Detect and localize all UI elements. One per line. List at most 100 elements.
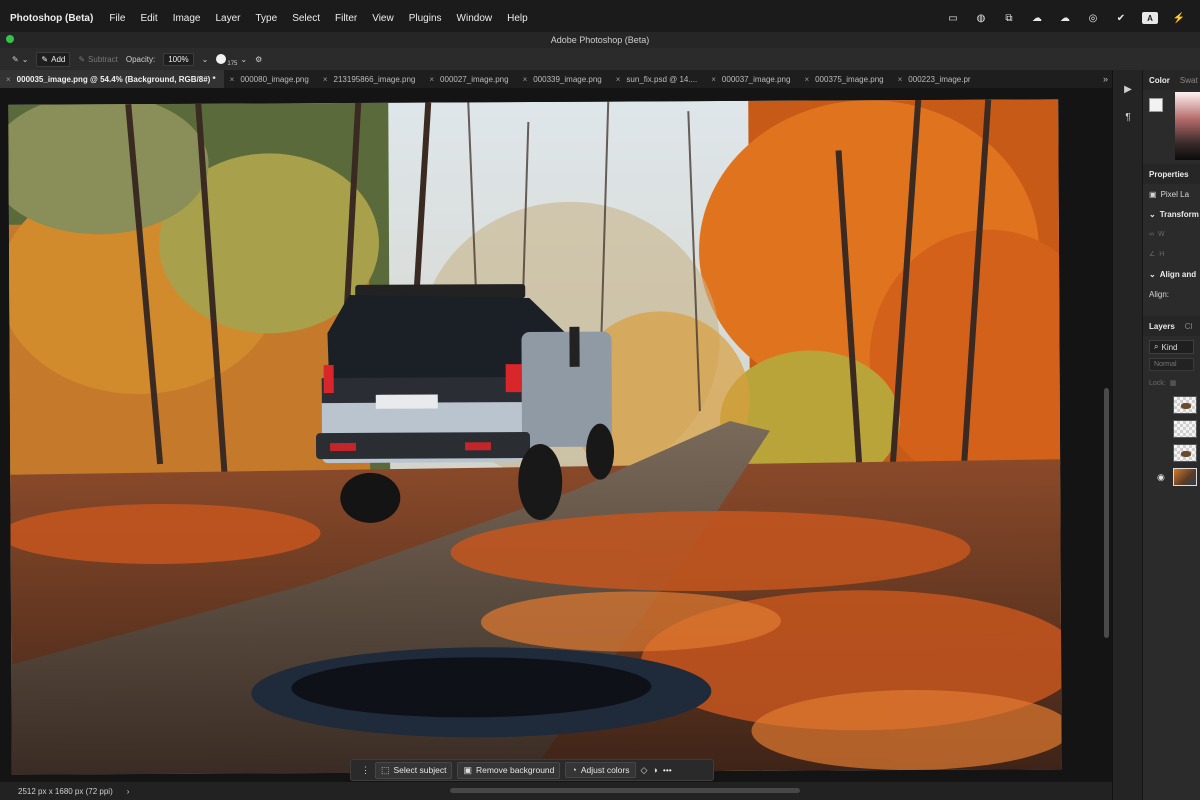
adobe-cc-icon[interactable]: ⧉ xyxy=(1002,12,1016,24)
tab-document[interactable]: × 000375_image.png xyxy=(798,70,891,88)
chevron-down-icon: ⌄ xyxy=(21,54,29,64)
tab-overflow-button[interactable]: » xyxy=(1103,74,1108,84)
close-icon[interactable]: × xyxy=(711,75,716,84)
align-row: Align: xyxy=(1143,284,1200,304)
chevron-down-icon[interactable]: ⌄ xyxy=(202,55,209,64)
tab-label: 000037_image.png xyxy=(721,74,791,84)
play-actions-icon[interactable]: ▶ xyxy=(1113,80,1143,98)
brush-size-picker[interactable]: 175 ⌄ xyxy=(216,51,247,67)
layer-content-shape xyxy=(1181,451,1191,457)
layer-row[interactable]: ◉ xyxy=(1143,465,1200,489)
close-icon[interactable]: × xyxy=(6,75,11,84)
color-panel-header: Color Swat xyxy=(1143,70,1200,90)
lock-transparent-icon[interactable]: ▦ xyxy=(1170,379,1177,387)
paragraph-icon[interactable]: ¶ xyxy=(1113,108,1143,126)
tool-preset-picker[interactable]: ✎ ⌄ xyxy=(12,55,28,64)
blend-mode-select[interactable]: Normal xyxy=(1149,358,1194,371)
color-picker-field[interactable] xyxy=(1175,92,1200,160)
adjust-colors-button[interactable]: ◔ Adjust colors xyxy=(565,762,636,778)
height-row: ∠ H xyxy=(1143,244,1200,264)
input-source-icon[interactable]: A xyxy=(1142,12,1158,24)
contextual-task-bar: ⋮ ⬚ Select subject ▣ Remove background ◔… xyxy=(350,759,714,781)
eye-icon[interactable]: ◉ xyxy=(1157,472,1167,483)
menu-plugins[interactable]: Plugins xyxy=(409,13,442,24)
layer-row[interactable] xyxy=(1143,393,1200,417)
layer-row[interactable] xyxy=(1143,441,1200,465)
window-zoom-button[interactable] xyxy=(6,35,14,43)
align-section[interactable]: ⌄ Align and xyxy=(1143,264,1200,284)
tab-channels[interactable]: Cl xyxy=(1185,322,1193,331)
properties-title[interactable]: Properties xyxy=(1149,170,1189,179)
close-icon[interactable]: × xyxy=(898,75,903,84)
checkmark-circle-icon[interactable]: ✔ xyxy=(1114,12,1128,24)
adjustment-icon[interactable]: ◑ xyxy=(652,765,657,775)
brush-minus-icon: ✎ xyxy=(78,54,86,64)
close-icon[interactable]: × xyxy=(523,75,528,84)
tab-document[interactable]: × sun_fix.psd @ 14.... xyxy=(610,70,706,88)
vertical-scrollbar[interactable] xyxy=(1104,388,1109,638)
menu-help[interactable]: Help xyxy=(507,13,528,24)
gear-icon[interactable]: ⚙ xyxy=(255,55,262,64)
menu-select[interactable]: Select xyxy=(292,13,320,24)
tab-document[interactable]: × 000027_image.png xyxy=(423,70,516,88)
transform-section[interactable]: ⌄ Transform xyxy=(1143,204,1200,224)
tab-document[interactable]: × 000035_image.png @ 54.4% (Background, R… xyxy=(0,70,224,88)
tab-document[interactable]: × 000339_image.png xyxy=(517,70,610,88)
menu-view[interactable]: View xyxy=(372,13,394,24)
layer-row[interactable] xyxy=(1143,417,1200,441)
brush-tool-icon: ✎ xyxy=(12,54,19,64)
tab-document[interactable]: × 000080_image.png xyxy=(224,70,317,88)
drag-handle-icon[interactable]: ⋮ xyxy=(361,765,370,776)
transform-icon[interactable]: ◇ xyxy=(641,765,648,776)
battery-icon[interactable]: ⚡ xyxy=(1172,12,1186,24)
status-menu-arrow[interactable]: › xyxy=(127,787,130,796)
menu-filter[interactable]: Filter xyxy=(335,13,357,24)
adjust-colors-label: Adjust colors xyxy=(580,765,630,775)
cloud-icon[interactable]: ☁ xyxy=(1030,12,1044,24)
eye-icon[interactable]: ◎ xyxy=(1086,12,1100,24)
horizontal-scrollbar[interactable] xyxy=(450,788,800,793)
menu-type[interactable]: Type xyxy=(256,13,278,24)
app-name-menu[interactable]: Photoshop (Beta) xyxy=(10,13,93,24)
close-icon[interactable]: × xyxy=(323,75,328,84)
menu-file[interactable]: File xyxy=(109,13,125,24)
tab-document[interactable]: × 213195866_image.png xyxy=(317,70,424,88)
tab-document[interactable]: × 000037_image.png xyxy=(705,70,798,88)
select-subject-button[interactable]: ⬚ Select subject xyxy=(375,761,453,779)
pixel-layer-icon: ▣ xyxy=(1149,189,1157,199)
close-icon[interactable]: × xyxy=(616,75,621,84)
properties-panel-header: Properties xyxy=(1143,164,1200,184)
menu-image[interactable]: Image xyxy=(173,13,201,24)
link-icon[interactable]: ∞ xyxy=(1149,231,1154,238)
close-icon[interactable]: × xyxy=(230,75,235,84)
tab-swatches[interactable]: Swat xyxy=(1180,76,1198,85)
layer-kind-filter[interactable]: ⌕ Kind xyxy=(1149,340,1194,354)
tab-label: 000027_image.png xyxy=(440,74,509,84)
menu-layer[interactable]: Layer xyxy=(215,13,240,24)
window-title-bar: Adobe Photoshop (Beta) xyxy=(0,32,1200,48)
lock-row: Lock: ▦ xyxy=(1143,373,1200,393)
more-options-button[interactable]: ••• xyxy=(663,765,672,775)
layer-thumbnail xyxy=(1173,444,1197,462)
foreground-color-swatch[interactable] xyxy=(1149,98,1163,112)
align-label: Align: xyxy=(1149,289,1170,299)
add-mode-button[interactable]: ✎ Add xyxy=(36,51,71,67)
remove-background-button[interactable]: ▣ Remove background xyxy=(457,761,561,779)
tab-label: sun_fix.psd @ 14.... xyxy=(626,74,698,84)
menu-edit[interactable]: Edit xyxy=(140,13,157,24)
tab-document[interactable]: × 000223_image.pr xyxy=(892,70,979,88)
menu-window[interactable]: Window xyxy=(457,13,493,24)
display-icon[interactable]: ▭ xyxy=(946,12,960,24)
globe-icon[interactable]: ◍ xyxy=(974,12,988,24)
close-icon[interactable]: × xyxy=(429,75,434,84)
tab-label: 213195866_image.png xyxy=(333,74,416,84)
creative-cloud-icon[interactable]: ☁ xyxy=(1058,12,1072,24)
opacity-input[interactable]: 100% xyxy=(163,52,194,66)
chevron-down-icon: ⌄ xyxy=(240,54,248,64)
canvas-area[interactable] xyxy=(0,88,1112,782)
document-image[interactable] xyxy=(8,99,1062,775)
tab-layers[interactable]: Layers xyxy=(1149,322,1175,331)
subtract-mode-button[interactable]: ✎ Subtract xyxy=(78,55,118,64)
close-icon[interactable]: × xyxy=(804,75,809,84)
tab-color[interactable]: Color xyxy=(1149,76,1170,85)
